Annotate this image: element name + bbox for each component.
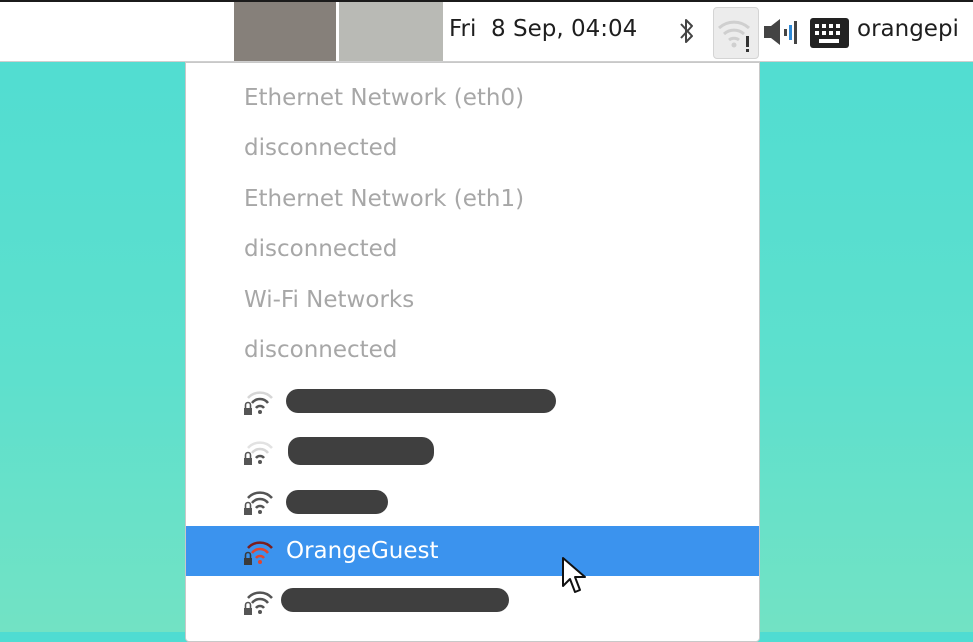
- redacted-ssid: [286, 389, 556, 413]
- taskbar-window-thumbnail[interactable]: [339, 2, 443, 62]
- eth1-status: disconnected: [186, 224, 759, 274]
- eth1-header: Ethernet Network (eth1): [186, 174, 759, 224]
- wifi-secured-icon: [244, 441, 273, 465]
- redacted-ssid: [281, 588, 509, 612]
- eth1-label: Ethernet Network (eth1): [244, 186, 525, 212]
- wifi-secured-icon: [244, 391, 273, 415]
- redacted-ssid: [286, 490, 388, 514]
- top-panel: Fri 8 Sep, 04:04 orangepi: [0, 0, 973, 62]
- volume-icon[interactable]: [762, 16, 806, 54]
- eth0-header: Ethernet Network (eth0): [186, 73, 759, 123]
- wifi-ssid: OrangeGuest: [286, 538, 439, 564]
- wifi-secured-icon: [244, 591, 273, 615]
- keyboard-icon[interactable]: [809, 15, 851, 55]
- eth0-status-label: disconnected: [244, 135, 398, 161]
- eth0-status: disconnected: [186, 123, 759, 173]
- wifi-status-label: disconnected: [244, 337, 398, 363]
- eth0-label: Ethernet Network (eth0): [244, 85, 525, 111]
- clock[interactable]: Fri 8 Sep, 04:04: [449, 16, 637, 42]
- wifi-networks-header: Wi-Fi Networks: [186, 275, 759, 325]
- bluetooth-icon[interactable]: [676, 16, 698, 50]
- taskbar-window-thumbnail[interactable]: [234, 2, 336, 62]
- redacted-ssid: [288, 437, 434, 465]
- network-menu-button[interactable]: [713, 7, 759, 59]
- wifi-networks-label: Wi-Fi Networks: [244, 287, 415, 313]
- user-menu[interactable]: orangepi: [857, 16, 959, 42]
- wifi-network-item[interactable]: [186, 426, 759, 476]
- wifi-secured-icon: [244, 541, 273, 565]
- eth1-status-label: disconnected: [244, 236, 398, 262]
- mouse-cursor-icon: [562, 557, 586, 593]
- wifi-network-item[interactable]: [186, 576, 759, 626]
- wifi-warning-icon: [717, 20, 751, 52]
- network-dropdown-menu: Ethernet Network (eth0) disconnected Eth…: [185, 62, 760, 642]
- wifi-network-item-selected[interactable]: OrangeGuest: [186, 526, 759, 576]
- wifi-secured-icon: [244, 491, 273, 515]
- wifi-network-item[interactable]: [186, 476, 759, 526]
- wifi-network-item[interactable]: [186, 376, 759, 426]
- wifi-status: disconnected: [186, 325, 759, 375]
